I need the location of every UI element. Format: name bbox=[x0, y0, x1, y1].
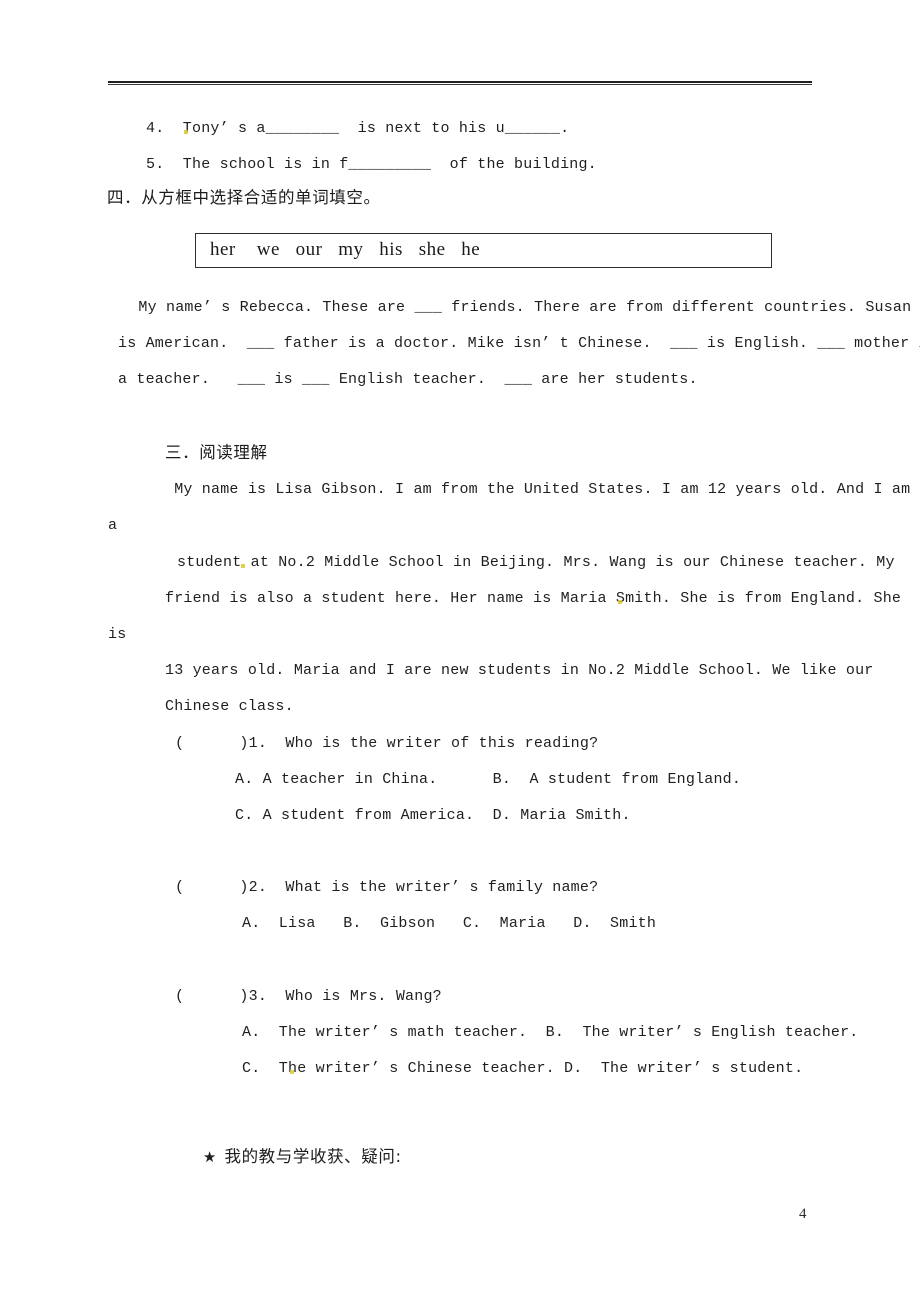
question-1-options-row-2: C. A student from America. D. Maria Smit… bbox=[235, 807, 631, 824]
cloze-line-2: is American. ___ father is a doctor. Mik… bbox=[118, 335, 920, 352]
passage-line-6: 13 years old. Maria and I are new studen… bbox=[165, 662, 874, 679]
passage-line-3: student at No.2 Middle School in Beijing… bbox=[177, 554, 895, 571]
worksheet-page: 4. Tony’ s a________ is next to his u___… bbox=[0, 0, 920, 1302]
cloze-line-1: My name’ s Rebecca. These are ___ friend… bbox=[120, 299, 912, 316]
spellcheck-mark bbox=[241, 564, 245, 568]
cloze-line-3: a teacher. ___ is ___ English teacher. _… bbox=[118, 371, 698, 388]
question-3-options-row-2: C. The writer’ s Chinese teacher. D. The… bbox=[242, 1060, 804, 1077]
passage-line-4: friend is also a student here. Her name … bbox=[165, 590, 902, 607]
question-2-stem: ( )2. What is the writer’ s family name? bbox=[175, 879, 599, 896]
fill-blank-item-4: 4. Tony’ s a________ is next to his u___… bbox=[146, 120, 570, 137]
header-rule bbox=[108, 81, 812, 85]
spellcheck-mark bbox=[184, 130, 188, 134]
fill-blank-item-5: 5. The school is in f_________ of the bu… bbox=[146, 156, 597, 173]
spellcheck-mark bbox=[618, 600, 622, 604]
passage-line-5: is bbox=[108, 626, 127, 643]
passage-line-7: Chinese class. bbox=[165, 698, 294, 715]
reflection-row: ★ 我的教与学收获、疑问: bbox=[166, 1128, 402, 1187]
question-3-stem: ( )3. Who is Mrs. Wang? bbox=[175, 988, 442, 1005]
passage-line-1: My name is Lisa Gibson. I am from the Un… bbox=[165, 481, 911, 498]
reflection-label: 我的教与学收获、疑问: bbox=[224, 1147, 402, 1166]
page-number: 4 bbox=[799, 1206, 807, 1222]
question-1-stem: ( )1. Who is the writer of this reading? bbox=[175, 735, 599, 752]
passage-line-2: a bbox=[108, 517, 118, 534]
spellcheck-mark bbox=[290, 1070, 294, 1074]
section-four-heading: 四．从方框中选择合适的单词填空。 bbox=[107, 188, 381, 207]
question-3-options-row-1: A. The writer’ s math teacher. B. The wr… bbox=[242, 1024, 859, 1041]
question-2-options-row-1: A. Lisa B. Gibson C. Maria D. Smith bbox=[242, 915, 657, 932]
star-icon: ★ bbox=[202, 1148, 217, 1166]
question-1-options-row-1: A. A teacher in China. B. A student from… bbox=[235, 771, 742, 788]
word-bank-words: her we our my his she he bbox=[210, 239, 481, 260]
word-bank-box: her we our my his she he bbox=[195, 233, 772, 268]
section-three-heading: 三．阅读理解 bbox=[165, 443, 268, 462]
